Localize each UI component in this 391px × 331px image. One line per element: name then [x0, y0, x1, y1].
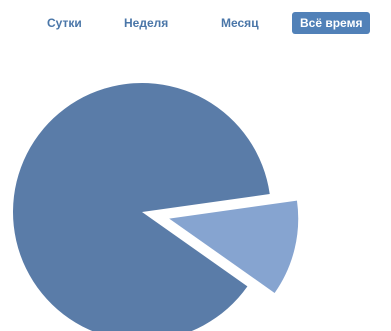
tab-week[interactable]: Неделя — [124, 12, 168, 34]
pie-slice-main[interactable] — [13, 83, 270, 331]
pie-chart — [13, 83, 299, 331]
tab-month[interactable]: Месяц — [221, 12, 259, 34]
tab-all-time[interactable]: Всё время — [292, 12, 371, 34]
period-tabs: Сутки Неделя Месяц Всё время — [0, 0, 391, 44]
tab-day[interactable]: Сутки — [47, 12, 82, 34]
